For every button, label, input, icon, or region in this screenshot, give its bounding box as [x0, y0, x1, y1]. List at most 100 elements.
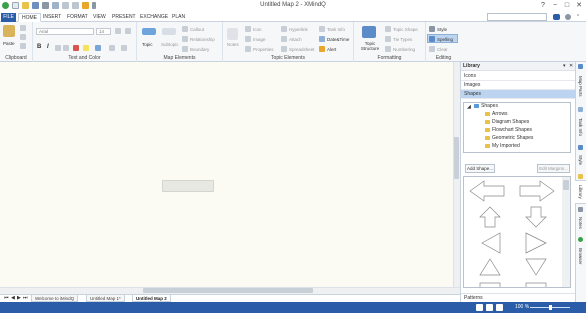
horizontal-scroll-thumb[interactable] [143, 288, 313, 293]
minimize-button[interactable]: − [550, 1, 560, 10]
numbering-button[interactable]: Numbering [393, 47, 415, 52]
vertical-scroll-thumb[interactable] [454, 137, 459, 179]
tree-item-my-imported[interactable]: My Imported [485, 143, 520, 149]
line-style-icon[interactable] [121, 45, 127, 51]
date-time-button[interactable]: Date&Time [327, 37, 349, 42]
close-button[interactable]: ✕ [574, 1, 584, 10]
date-time-icon[interactable] [319, 36, 325, 42]
help-icon[interactable]: ? [538, 1, 548, 10]
central-topic[interactable] [162, 180, 214, 192]
spelling-icon[interactable] [429, 36, 435, 42]
clear-button[interactable]: Clear [437, 47, 448, 52]
topic-structure-button[interactable]: Topic Structure [356, 41, 384, 51]
sheet-tab-map1[interactable]: Untitled Map 1* [86, 295, 125, 302]
settings-icon[interactable] [565, 14, 571, 20]
font-family-select[interactable]: Arial [36, 28, 94, 35]
format-painter-icon[interactable] [20, 43, 26, 49]
side-tab-map-parts[interactable]: Map Parts [575, 70, 586, 102]
edit-margins-button[interactable]: Edit Margins... [537, 164, 570, 173]
boundary-button[interactable]: Boundary [190, 47, 209, 52]
first-sheet-icon[interactable]: ⏮ [4, 295, 9, 301]
tree-item-arrows[interactable]: Arrows [485, 111, 508, 117]
tab-home[interactable]: HOME [18, 13, 41, 22]
paste-icon[interactable] [3, 25, 15, 37]
cut-icon[interactable] [20, 25, 26, 31]
task-info-button[interactable]: Task Info [327, 27, 345, 32]
side-tab-notes[interactable]: Notes [575, 213, 586, 233]
tree-item-geometric-shapes[interactable]: Geometric Shapes [485, 135, 533, 141]
topic-shape-button[interactable]: Topic Shape [393, 27, 418, 32]
tree-item-diagram-shapes[interactable]: Diagram Shapes [485, 119, 529, 125]
zoom-slider-knob[interactable] [549, 305, 552, 310]
tie-types-button[interactable]: Tie Types [393, 37, 412, 42]
icon-button[interactable]: Icon [253, 27, 262, 32]
ribbon-search-input[interactable] [487, 13, 547, 21]
image-button[interactable]: Image [253, 37, 266, 42]
grow-font-icon[interactable] [115, 28, 121, 34]
library-category-icons[interactable]: Icons [461, 72, 575, 81]
side-tab-library[interactable]: Library [575, 180, 586, 204]
map-canvas[interactable] [0, 62, 453, 287]
style-icon[interactable] [429, 26, 435, 32]
copy-icon[interactable] [20, 34, 26, 40]
last-sheet-icon[interactable]: ⏭ [23, 295, 28, 301]
tab-format[interactable]: FORMAT [64, 13, 91, 22]
library-category-shapes[interactable]: Shapes [461, 90, 575, 99]
tree-item-flowchart-shapes[interactable]: Flowchart Shapes [485, 127, 532, 133]
shape-gallery-scroll-thumb[interactable] [563, 180, 569, 190]
hyperlink-button[interactable]: Hyperlink [289, 27, 308, 32]
italic-button[interactable]: I [47, 44, 49, 50]
patterns-section[interactable]: Patterns [461, 293, 575, 302]
subtopic-button[interactable]: Subtopic [161, 42, 179, 47]
bold-button[interactable]: B [37, 44, 41, 50]
alert-button[interactable]: Alert [327, 47, 336, 52]
tree-root-shapes[interactable]: Shapes [474, 103, 498, 109]
shrink-font-icon[interactable] [125, 28, 131, 34]
add-shape-button[interactable]: Add Shape... [465, 164, 495, 173]
maximize-button[interactable]: □ [562, 1, 572, 10]
fit-view-icon[interactable] [486, 304, 493, 311]
fill-icon[interactable] [95, 45, 101, 51]
style-button[interactable]: Style [437, 27, 447, 32]
library-category-images[interactable]: Images [461, 81, 575, 90]
tab-exchange[interactable]: EXCHANGE [137, 13, 171, 22]
callout-button[interactable]: Callout [190, 27, 204, 32]
ribbon-collapse-icon[interactable]: ⌃ [576, 14, 580, 20]
topic-icon[interactable] [142, 28, 156, 35]
spreadsheet-button[interactable]: Spreadsheet [289, 47, 315, 52]
tab-insert[interactable]: INSERT [40, 13, 64, 22]
side-tab-task-info[interactable]: Task Info [575, 113, 586, 141]
panel-close-icon[interactable]: ✕ [569, 63, 573, 69]
highlight-icon[interactable] [83, 45, 89, 51]
prev-sheet-icon[interactable]: ◀ [11, 295, 15, 301]
notes-button[interactable]: Notes [227, 42, 239, 47]
tab-file[interactable]: FILE [1, 13, 16, 22]
sheet-tab-map2[interactable]: Untitled Map 2 [132, 295, 171, 302]
side-tab-browser[interactable]: Browser [575, 243, 586, 269]
shape-gallery-scrollbar[interactable] [562, 177, 570, 287]
topic-button[interactable]: Topic [142, 42, 153, 47]
relationship-button[interactable]: Relationship [190, 37, 215, 42]
topic-structure-icon[interactable] [362, 26, 376, 38]
tab-view[interactable]: VIEW [90, 13, 109, 22]
sheet-tab-welcome[interactable]: Welcome to iMindQ [31, 295, 79, 302]
tree-expand-icon[interactable]: ◢ [467, 104, 471, 110]
properties-button[interactable]: Properties [253, 47, 274, 52]
next-sheet-icon[interactable]: ▶ [17, 295, 21, 301]
font-color-icon[interactable] [73, 45, 79, 51]
fullscreen-icon[interactable] [496, 304, 503, 311]
normal-view-icon[interactable] [476, 304, 483, 311]
panel-menu-icon[interactable]: ▾ [563, 63, 566, 69]
paste-button[interactable]: Paste [3, 41, 15, 46]
alert-icon[interactable] [319, 46, 325, 52]
users-icon[interactable] [553, 14, 560, 20]
underline-icon[interactable] [55, 45, 61, 51]
tab-plan[interactable]: PLAN [169, 13, 188, 22]
tab-present[interactable]: PRESENT [109, 13, 139, 22]
attach-button[interactable]: Attach [289, 37, 302, 42]
align-icon[interactable] [109, 45, 115, 51]
spelling-button[interactable]: Spelling [437, 37, 453, 42]
side-tab-style[interactable]: Style [575, 151, 586, 169]
font-size-select[interactable]: 14 [96, 28, 111, 35]
strikethrough-icon[interactable] [63, 45, 69, 51]
